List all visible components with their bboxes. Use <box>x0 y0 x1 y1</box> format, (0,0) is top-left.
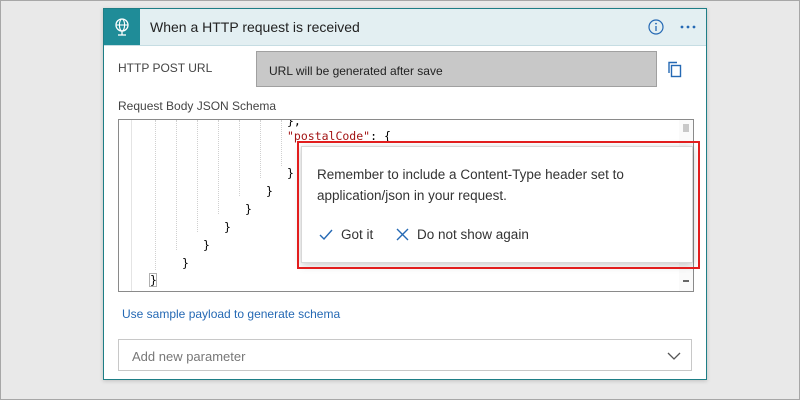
scrollbar-marker <box>683 280 689 282</box>
code-close-brace: } <box>245 202 252 216</box>
more-options-icon[interactable] <box>678 17 698 37</box>
scrollbar-thumb[interactable] <box>683 124 689 132</box>
callout-highlight-box <box>297 141 700 269</box>
code-close-brace: } <box>150 273 157 287</box>
schema-label: Request Body JSON Schema <box>118 99 277 113</box>
http-post-url-label: HTTP POST URL <box>118 61 213 75</box>
copy-icon[interactable] <box>666 60 684 78</box>
globe-request-icon <box>104 9 140 45</box>
add-parameter-dropdown[interactable]: Add new parameter <box>118 339 692 371</box>
code-close-brace: } <box>224 220 231 234</box>
indent-guide <box>281 120 282 166</box>
indent-guide <box>176 120 177 250</box>
code-close-brace: } <box>287 166 294 180</box>
code-close-brace: } <box>266 184 273 198</box>
code-close-brace: } <box>182 256 189 270</box>
indent-guide <box>197 120 198 232</box>
editor-gutter <box>119 120 132 291</box>
indent-guide <box>155 120 156 270</box>
sample-payload-link[interactable]: Use sample payload to generate schema <box>122 307 340 321</box>
card-title: When a HTTP request is received <box>150 19 360 35</box>
indent-guide <box>260 120 261 178</box>
chevron-down-icon <box>667 349 681 361</box>
card-header[interactable]: When a HTTP request is received <box>104 9 706 46</box>
indent-guide <box>218 120 219 214</box>
add-parameter-placeholder: Add new parameter <box>132 349 246 364</box>
indent-guide <box>239 120 240 196</box>
code-line: }, <box>287 119 301 128</box>
code-close-brace: } <box>203 238 210 252</box>
http-post-url-field: URL will be generated after save <box>256 51 657 87</box>
info-icon[interactable] <box>648 19 664 35</box>
